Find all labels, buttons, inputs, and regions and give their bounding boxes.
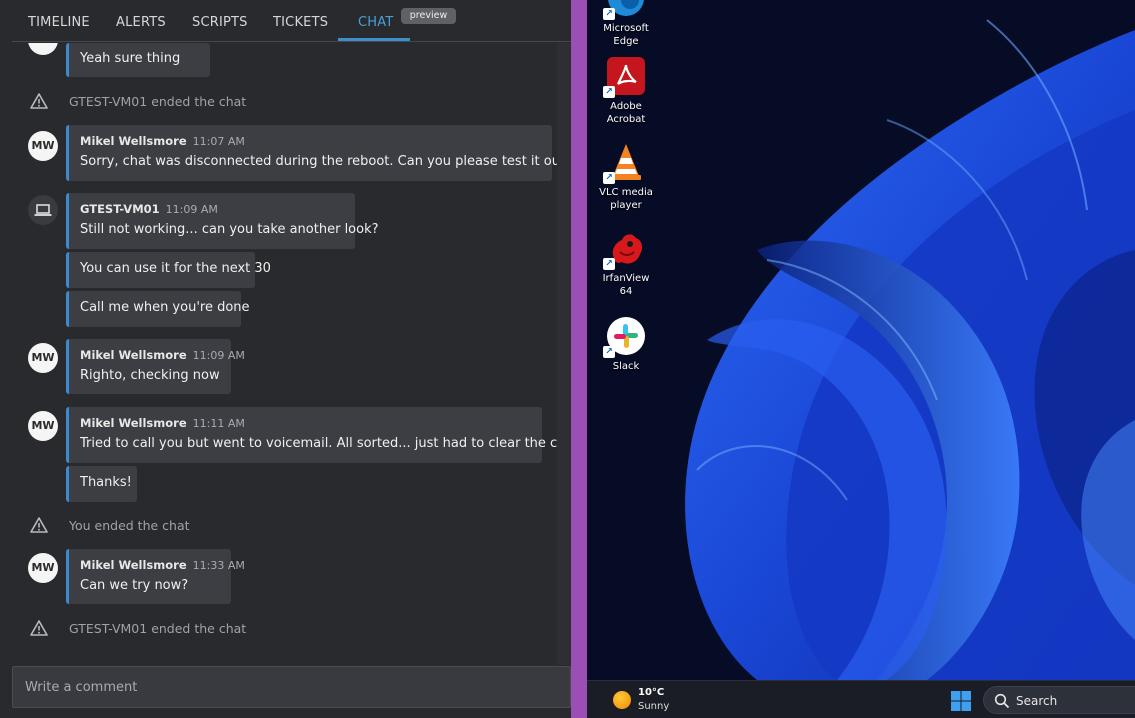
weather-temperature[interactable]: 10°C (638, 687, 664, 698)
desktop-icon-label: Slack (612, 361, 640, 372)
message-bubble: GTEST-VM01 11:09 AM Still not working... … (66, 193, 379, 249)
sender-name: Mikel Wellsmore (80, 558, 187, 572)
avatar: MW (28, 553, 58, 583)
vlc-icon: ↗ (603, 142, 646, 184)
message-time: 11:07 AM (192, 135, 245, 148)
tab-chat[interactable]: CHAT (358, 15, 393, 30)
irfanview-icon: ↗ (603, 228, 646, 270)
search-icon (994, 693, 1010, 709)
pane-divider[interactable] (571, 0, 587, 718)
system-event-text: GTEST-VM01 ended the chat (69, 94, 247, 109)
slack-icon: ↗ (603, 316, 646, 358)
message-sender: Mikel Wellsmore 11:09 AM (80, 348, 245, 362)
chat-message-list[interactable]: Yeah sure thing GTEST-VM01 ended the cha… (0, 43, 557, 665)
tab-timeline[interactable]: TIMELINE (28, 15, 90, 30)
sun-icon[interactable] (613, 691, 631, 709)
comment-input[interactable] (13, 667, 570, 707)
desktop-icon-label: VLC media player (599, 187, 653, 211)
sender-name: Mikel Wellsmore (80, 348, 187, 362)
message-bubble: Yeah sure thing (66, 43, 210, 77)
message-text: Still not working... can you take anothe… (80, 222, 379, 237)
avatar (28, 43, 58, 55)
laptop-icon (34, 204, 52, 216)
warning-icon (30, 93, 48, 109)
desktop-icon-irfanview[interactable]: ↗ IrfanView 64 (595, 228, 657, 298)
search-label: Search (1016, 694, 1058, 708)
taskbar: 10°C Sunny Search (587, 680, 1135, 718)
desktop-icon-label: IrfanView 64 (602, 273, 650, 297)
windows-start-icon[interactable] (950, 690, 972, 712)
system-event: GTEST-VM01 ended the chat (0, 90, 557, 114)
message-text: Sorry, chat was disconnected during the … (80, 154, 557, 169)
message-bubble: Mikel Wellsmore 11:11 AM Tried to call yo… (66, 407, 557, 463)
weather-condition[interactable]: Sunny (638, 701, 669, 712)
message-bubble: Mikel Wellsmore 11:33 AM Can we try now? (66, 549, 245, 604)
sender-name: GTEST-VM01 (80, 202, 160, 216)
device-avatar (28, 195, 58, 225)
message-sender: Mikel Wellsmore 11:07 AM (80, 134, 245, 148)
message-text: You can use it for the next 30 (80, 261, 271, 276)
taskbar-search[interactable]: Search (983, 686, 1135, 714)
preview-badge: preview (401, 8, 456, 24)
message-text: Can we try now? (80, 578, 189, 593)
shortcut-arrow-icon: ↗ (603, 86, 615, 98)
system-event-text: You ended the chat (69, 518, 190, 533)
message-text: Righto, checking now (80, 368, 220, 383)
desktop-icon-label: Microsoft Edge (603, 23, 649, 47)
message-text: Thanks! (80, 475, 132, 490)
shortcut-arrow-icon: ↗ (603, 8, 615, 20)
system-event-text: GTEST-VM01 ended the chat (69, 621, 247, 636)
desktop-icon-slack[interactable]: ↗ Slack (595, 316, 657, 373)
tab-scripts[interactable]: SCRIPTS (192, 15, 248, 30)
desktop-icon-label: Adobe Acrobat (606, 101, 646, 125)
message-text: Call me when you're done (80, 300, 250, 315)
edge-icon: ↗ (603, 0, 646, 20)
shortcut-arrow-icon: ↗ (603, 346, 615, 358)
sender-name: Mikel Wellsmore (80, 416, 187, 430)
scrollbar[interactable] (557, 43, 571, 665)
system-event: GTEST-VM01 ended the chat (0, 617, 557, 641)
avatar: MW (28, 411, 58, 441)
acrobat-icon: ↗ (603, 56, 646, 98)
desktop-icon-vlc[interactable]: ↗ VLC media player (595, 142, 657, 212)
tab-alerts[interactable]: ALERTS (116, 15, 166, 30)
message-sender: Mikel Wellsmore 11:11 AM (80, 416, 245, 430)
warning-icon (30, 517, 48, 533)
tab-bar: TIMELINE ALERTS SCRIPTS TICKETS CHAT pre… (12, 0, 571, 42)
remote-desktop[interactable]: ↗ Microsoft Edge ↗ Adobe Acrobat ↗ VLC med… (587, 0, 1135, 718)
message-text: Yeah sure thing (80, 51, 181, 66)
message-time: 11:09 AM (165, 203, 218, 216)
message-bubble: Mikel Wellsmore 11:07 AM Sorry, chat was … (66, 125, 557, 181)
system-event: You ended the chat (0, 514, 557, 538)
desktop-icon-edge[interactable]: ↗ Microsoft Edge (595, 0, 657, 48)
message-sender: GTEST-VM01 11:09 AM (80, 202, 218, 216)
message-bubble: Call me when you're done (66, 291, 250, 327)
message-bubble: Thanks! (66, 466, 137, 502)
shortcut-arrow-icon: ↗ (603, 258, 615, 270)
message-time: 11:09 AM (192, 349, 245, 362)
shortcut-arrow-icon: ↗ (603, 172, 615, 184)
message-time: 11:33 AM (192, 559, 245, 572)
warning-icon (30, 620, 48, 636)
desktop-icon-acrobat[interactable]: ↗ Adobe Acrobat (595, 56, 657, 126)
chat-panel: TIMELINE ALERTS SCRIPTS TICKETS CHAT pre… (0, 0, 571, 718)
message-time: 11:11 AM (192, 417, 245, 430)
message-bubble: Mikel Wellsmore 11:09 AM Righto, checking… (66, 339, 245, 394)
active-tab-indicator (338, 38, 410, 41)
message-sender: Mikel Wellsmore 11:33 AM (80, 558, 245, 572)
comment-box (12, 666, 571, 708)
sender-name: Mikel Wellsmore (80, 134, 187, 148)
wallpaper (587, 0, 1135, 680)
avatar: MW (28, 131, 58, 161)
message-text: Tried to call you but went to voicemail.… (80, 436, 557, 451)
avatar: MW (28, 343, 58, 373)
tab-tickets[interactable]: TICKETS (273, 15, 328, 30)
message-bubble: You can use it for the next 30 (66, 252, 271, 288)
